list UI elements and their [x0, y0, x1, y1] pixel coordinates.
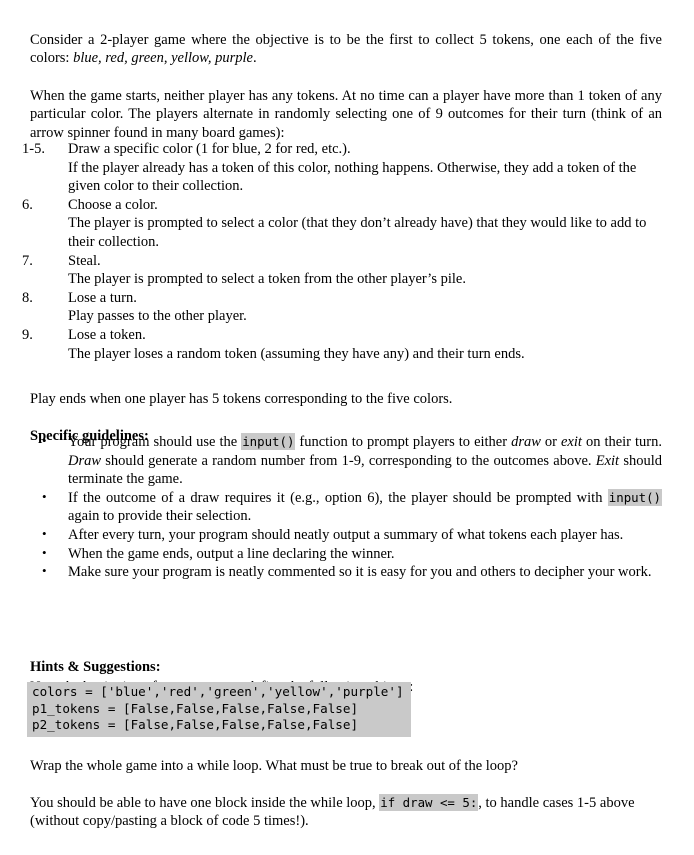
guideline-bullet-text: Your program should use the input() func…	[68, 433, 662, 489]
guideline-bullet: • After every turn, your program should …	[0, 526, 694, 545]
guideline-bullet-text: If the outcome of a draw requires it (e.…	[68, 488, 662, 526]
outcome-detail: The player is prompted to select a color…	[68, 215, 647, 250]
exit-emphasis-2: Exit	[595, 452, 620, 469]
bullet1-seg3: or	[540, 434, 561, 450]
bullet1-seg4: on their turn.	[581, 434, 662, 450]
color-list-italic: blue, red, green, yellow, purple	[73, 50, 253, 67]
while-loop-paragraph: Wrap the whole game into a while loop. W…	[30, 757, 518, 774]
outcome-item: 8. Lose a turn. Play passes to the other…	[0, 289, 694, 326]
play-ends-paragraph: Play ends when one player has 5 tokens c…	[30, 390, 453, 407]
document-page: Consider a 2-player game where the objec…	[0, 0, 694, 855]
bullet1-seg2: function to prompt players to either	[295, 434, 512, 450]
outcome-detail: The player loses a random token (assumin…	[68, 345, 525, 362]
outcome-number: 1-5.	[22, 141, 45, 157]
guideline-bullet: • When the game ends, output a line decl…	[0, 545, 694, 564]
guideline-bullet: • Your program should use the input() fu…	[0, 433, 694, 489]
block-hint-lead: You should be able to have one block ins…	[30, 794, 380, 811]
bullet2-seg2: again to provide their selection.	[68, 508, 252, 525]
outcome-number: 8.	[22, 289, 33, 306]
outcome-detail: The player is prompted to select a token…	[68, 271, 466, 288]
outcome-title: Draw a specific color (1 for blue, 2 for…	[68, 141, 351, 157]
outcome-number: 7.	[22, 252, 33, 269]
input-code-chip: input()	[607, 488, 662, 506]
outcome-title: Lose a token.	[68, 326, 146, 343]
bullet-dot-icon: •	[42, 544, 47, 560]
outcome-item: 7. Steal. The player is prompted to sele…	[0, 252, 694, 289]
outcome-detail: If the player already has a token of thi…	[68, 159, 637, 195]
intro-paragraph-1-tail: .	[252, 50, 257, 67]
guideline-bullet-text: Make sure your program is neatly comment…	[68, 564, 652, 581]
draw-emphasis-2: Draw	[68, 452, 102, 469]
outcome-title: Steal.	[68, 252, 101, 269]
outcome-title: Lose a turn.	[68, 289, 137, 306]
guideline-bullet: • Make sure your program is neatly comme…	[0, 563, 694, 582]
guideline-bullet: • If the outcome of a draw requires it (…	[0, 488, 694, 526]
draw-emphasis: draw	[511, 434, 541, 450]
code-line: p1_tokens = [False,False,False,False,Fal…	[32, 700, 359, 716]
outcome-item: 6. Choose a color. The player is prompte…	[0, 196, 694, 252]
outcome-number: 6.	[22, 196, 33, 213]
intro-paragraph-1: Consider a 2-player game where the objec…	[30, 31, 662, 68]
guideline-bullet-text: After every turn, your program should ne…	[68, 526, 624, 543]
outcome-number: 9.	[22, 326, 33, 343]
outcome-detail: Play passes to the other player.	[68, 308, 247, 325]
code-line: p2_tokens = [False,False,False,False,Fal…	[32, 717, 359, 733]
outcome-item: 1-5. Draw a specific color (1 for blue, …	[0, 140, 694, 196]
outcomes-list: 1-5. Draw a specific color (1 for blue, …	[0, 140, 694, 363]
code-block: colors = ['blue','red','green','yellow',…	[27, 682, 411, 737]
bullet2-seg1: If the outcome of a draw requires it (e.…	[68, 489, 608, 506]
outcome-title: Choose a color.	[68, 196, 158, 213]
hints-heading: Hints & Suggestions:	[30, 658, 161, 675]
code-line: colors = ['blue','red','green','yellow',…	[32, 684, 404, 699]
guidelines-bullet-list: • Your program should use the input() fu…	[0, 433, 694, 582]
outcome-item: 9. Lose a token. The player loses a rand…	[0, 326, 694, 363]
if-draw-code-chip: if draw <= 5:	[379, 793, 479, 811]
guideline-bullet-text: When the game ends, output a line declar…	[68, 545, 395, 562]
bullet-dot-icon: •	[42, 563, 47, 579]
bullet1-seg5: should generate a random number from 1-9…	[101, 452, 596, 469]
bullet-dot-icon: •	[42, 525, 47, 541]
bullet-dot-icon: •	[42, 433, 47, 448]
bullet1-seg1: Your program should use the	[68, 434, 242, 450]
intro-paragraph-2: When the game starts, neither player has…	[30, 87, 662, 141]
block-hint-paragraph: You should be able to have one block ins…	[30, 793, 662, 831]
input-code-chip: input()	[241, 433, 296, 450]
bullet-dot-icon: •	[42, 488, 47, 504]
exit-emphasis: exit	[561, 434, 582, 450]
